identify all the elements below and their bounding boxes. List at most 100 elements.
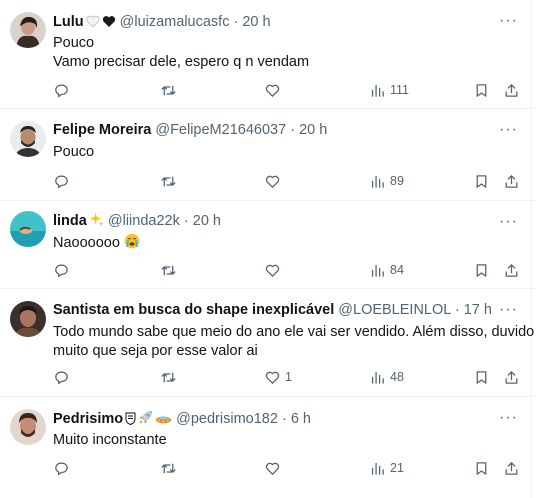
views-icon (371, 84, 384, 97)
retweet-button[interactable] (160, 171, 177, 191)
like-button[interactable] (264, 458, 285, 478)
share-button[interactable] (503, 367, 520, 387)
views-icon (371, 371, 384, 384)
share-button[interactable] (503, 171, 520, 191)
heart-icon (265, 175, 280, 188)
tweet-text: Muito inconstante (53, 431, 523, 450)
share-button[interactable] (503, 260, 520, 280)
handle[interactable]: @FelipeM21646037 (155, 122, 286, 138)
like-button[interactable] (264, 171, 285, 191)
tweet-header: linda @liinda22k · 20 h (53, 211, 221, 231)
retweet-button[interactable] (160, 367, 177, 387)
separator-dot: · (281, 411, 287, 427)
timestamp[interactable]: 20 h (193, 213, 221, 229)
bookmark-icon (476, 83, 487, 97)
reply-button[interactable] (53, 260, 70, 280)
black-heart-icon (102, 14, 116, 29)
share-icon (505, 461, 518, 475)
share-button[interactable] (503, 458, 520, 478)
more-options-icon[interactable]: ··· (499, 122, 518, 138)
tweet-actions: 1 48 (53, 367, 523, 387)
bookmark-button[interactable] (473, 458, 490, 478)
tweet[interactable]: Felipe Moreira @FelipeM21646037 · 20 h ·… (0, 109, 536, 201)
reply-button[interactable] (53, 80, 70, 100)
views-button[interactable]: 84 (369, 260, 404, 280)
tweet[interactable]: Pedrisimo @pedrisimo182 · 6 h ··· Muito … (0, 397, 536, 498)
avatar[interactable] (10, 301, 46, 337)
tweet-header: Lulu @luizamalucasfc · 20 h (53, 12, 271, 32)
tweet-line: Muito inconstante (53, 432, 167, 448)
bookmark-icon (476, 174, 487, 188)
retweet-icon (161, 176, 176, 186)
avatar[interactable] (10, 121, 46, 157)
avatar[interactable] (10, 409, 46, 445)
bookmark-icon (476, 370, 487, 384)
avatar[interactable] (10, 211, 46, 247)
tweet[interactable]: Santista em busca do shape inexplicável … (0, 289, 536, 397)
bookmark-icon (476, 263, 487, 277)
view-count: 89 (390, 174, 404, 188)
tweet-header: Felipe Moreira @FelipeM21646037 · 20 h (53, 121, 327, 140)
tweet-line: muito que seja por esse valor ai (53, 343, 258, 359)
timestamp[interactable]: 20 h (299, 122, 327, 138)
avatar[interactable] (10, 12, 46, 48)
views-button[interactable]: 111 (369, 80, 409, 100)
display-name[interactable]: Felipe Moreira (53, 122, 151, 138)
handle[interactable]: @liinda22k (108, 213, 180, 229)
more-options-icon[interactable]: ··· (499, 214, 518, 230)
like-button[interactable]: 1 (264, 367, 292, 387)
bookmark-button[interactable] (473, 80, 490, 100)
timestamp[interactable]: 6 h (291, 411, 311, 427)
rocket-icon (138, 411, 153, 426)
view-count: 111 (390, 83, 410, 97)
heart-icon (265, 264, 280, 277)
retweet-button[interactable] (160, 260, 177, 280)
retweet-button[interactable] (160, 80, 177, 100)
share-button[interactable] (503, 80, 520, 100)
handle[interactable]: @pedrisimo182 (176, 411, 278, 427)
flying-saucer-icon (155, 411, 172, 426)
display-name[interactable]: linda (53, 213, 87, 229)
sparkles-icon (89, 212, 104, 228)
bookmark-button[interactable] (473, 367, 490, 387)
display-name[interactable]: Pedrisimo (53, 411, 123, 427)
handle[interactable]: @LOEBLEINLOL (338, 302, 451, 318)
more-options-icon[interactable]: ··· (499, 410, 518, 426)
retweet-button[interactable] (160, 458, 177, 478)
white-heart-icon (86, 14, 100, 29)
retweet-icon (161, 372, 176, 382)
reply-icon (55, 371, 68, 384)
timestamp[interactable]: 17 h (464, 302, 492, 318)
tweet[interactable]: linda @liinda22k · 20 h ··· Naoooooo 84 (0, 201, 536, 289)
views-button[interactable]: 89 (369, 171, 404, 191)
like-button[interactable] (264, 80, 285, 100)
retweet-icon (161, 265, 176, 275)
separator-dot: · (454, 302, 460, 318)
retweet-icon (161, 85, 176, 95)
reply-button[interactable] (53, 367, 70, 387)
more-options-icon[interactable]: ··· (499, 302, 518, 318)
handle[interactable]: @luizamalucasfc (120, 14, 230, 30)
bookmark-button[interactable] (473, 171, 490, 191)
bookmark-icon (476, 461, 487, 475)
reply-icon (55, 264, 68, 277)
tweet[interactable]: Lulu @luizamalucasfc · 20 h ··· Pouco Va… (0, 0, 536, 109)
reply-button[interactable] (53, 458, 70, 478)
like-button[interactable] (264, 260, 285, 280)
tweet-line: Naoooooo (53, 233, 523, 253)
display-name[interactable]: Santista em busca do shape inexplicável (53, 302, 334, 318)
more-options-icon[interactable]: ··· (499, 13, 518, 29)
views-button[interactable]: 21 (369, 458, 404, 478)
views-icon (371, 175, 384, 188)
share-icon (505, 263, 518, 277)
heart-icon (265, 462, 280, 475)
reply-button[interactable] (53, 171, 70, 191)
display-name[interactable]: Lulu (53, 14, 84, 30)
bookmark-button[interactable] (473, 260, 490, 280)
reply-icon (55, 175, 68, 188)
tweet-text: Todo mundo sabe que meio do ano ele vai … (53, 323, 534, 361)
timestamp[interactable]: 20 h (242, 14, 270, 30)
views-icon (371, 462, 384, 475)
separator-dot: · (183, 213, 189, 229)
views-button[interactable]: 48 (369, 367, 404, 387)
